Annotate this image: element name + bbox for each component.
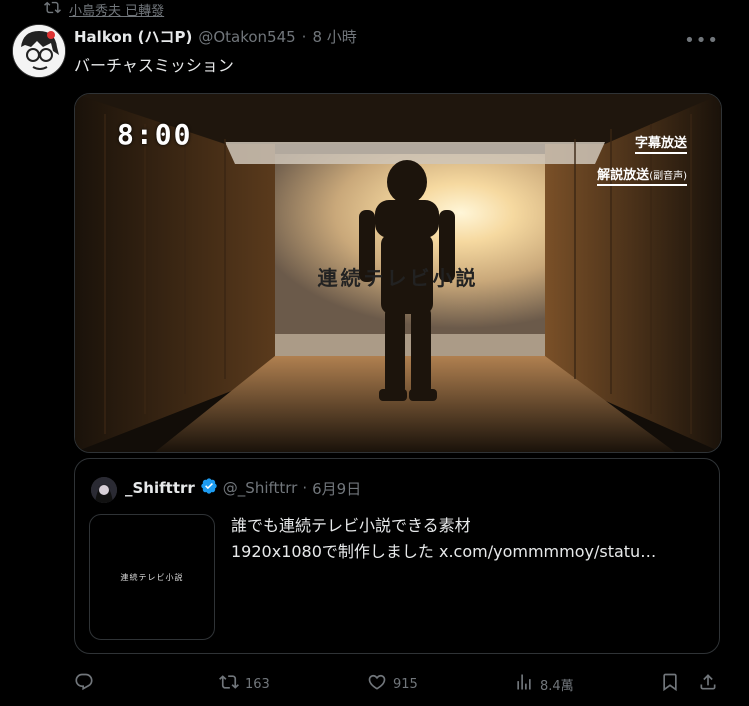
share-icon: [698, 672, 718, 696]
tweet-text: バーチャスミッション: [74, 56, 234, 75]
views-chart-icon: [514, 672, 534, 696]
tweet-header: Halkon (ハコP) @Otakon545 · 8 小時: [74, 26, 357, 47]
verified-badge-icon: [200, 477, 218, 499]
video-player[interactable]: 8:00 字幕放送 解説放送(副音声) 連続テレビ小説: [74, 93, 722, 453]
quoted-tweet-date[interactable]: 6月9日: [312, 478, 361, 499]
repost-banner[interactable]: 小島秀夫 已轉發: [44, 0, 165, 20]
repost-icon: [44, 0, 61, 20]
like-count: 915: [393, 676, 418, 692]
quoted-author-avatar[interactable]: [91, 477, 117, 503]
quoted-media-thumbnail[interactable]: 連続テレビ小説: [89, 514, 215, 640]
quoted-tweet-text: 誰でも連続テレビ小説できる素材 1920x1080で制作しました x.com/y…: [231, 513, 707, 565]
commentary-badge-label: 解説放送: [597, 168, 650, 183]
author-avatar[interactable]: [12, 24, 66, 78]
more-options-icon[interactable]: •••: [684, 30, 719, 51]
quoted-tweet[interactable]: _Shifttrr @_Shifttrr · 6月9日 連続テレビ小説 誰でも連…: [74, 458, 720, 654]
commentary-badge-sub: (副音声): [649, 171, 687, 182]
quoted-text-line2[interactable]: 1920x1080で制作しました x.com/yommmmoy/statu…: [231, 539, 707, 565]
quoted-text-line1: 誰でも連続テレビ小説できる素材: [231, 516, 471, 535]
author-handle[interactable]: @Otakon545: [198, 28, 295, 46]
quoted-tweet-header: _Shifttrr @_Shifttrr · 6月9日: [125, 477, 361, 499]
views-button[interactable]: 8.4萬: [514, 672, 574, 696]
separator-dot: ·: [301, 27, 307, 46]
share-button[interactable]: [698, 672, 718, 696]
repost-button[interactable]: 163: [219, 672, 270, 696]
action-bar: 163 915 8.4萬: [74, 672, 734, 694]
quoted-author-handle[interactable]: @_Shifttrr: [223, 479, 298, 497]
thumbnail-caption: 連続テレビ小説: [120, 572, 184, 582]
bookmark-icon: [660, 672, 680, 696]
heart-icon: [367, 672, 387, 696]
like-button[interactable]: 915: [367, 672, 418, 696]
author-name[interactable]: Halkon (ハコP): [74, 26, 192, 47]
video-center-title: 連続テレビ小説: [317, 266, 479, 290]
reply-button[interactable]: [74, 672, 94, 696]
quoted-separator-dot: ·: [302, 479, 308, 497]
subtitle-badge: 字幕放送: [634, 132, 687, 154]
repost-banner-text: 小島秀夫 已轉發: [69, 3, 165, 19]
video-clock: 8:00: [117, 118, 193, 151]
commentary-badge: 解説放送(副音声): [597, 164, 687, 186]
quoted-author-name[interactable]: _Shifttrr: [125, 479, 195, 497]
tweet-time[interactable]: 8 小時: [312, 26, 356, 47]
repost-count: 163: [245, 676, 270, 692]
views-count: 8.4萬: [540, 678, 574, 694]
repost-action-icon: [219, 672, 239, 696]
bookmark-button[interactable]: [660, 672, 680, 696]
reply-icon: [74, 672, 94, 696]
